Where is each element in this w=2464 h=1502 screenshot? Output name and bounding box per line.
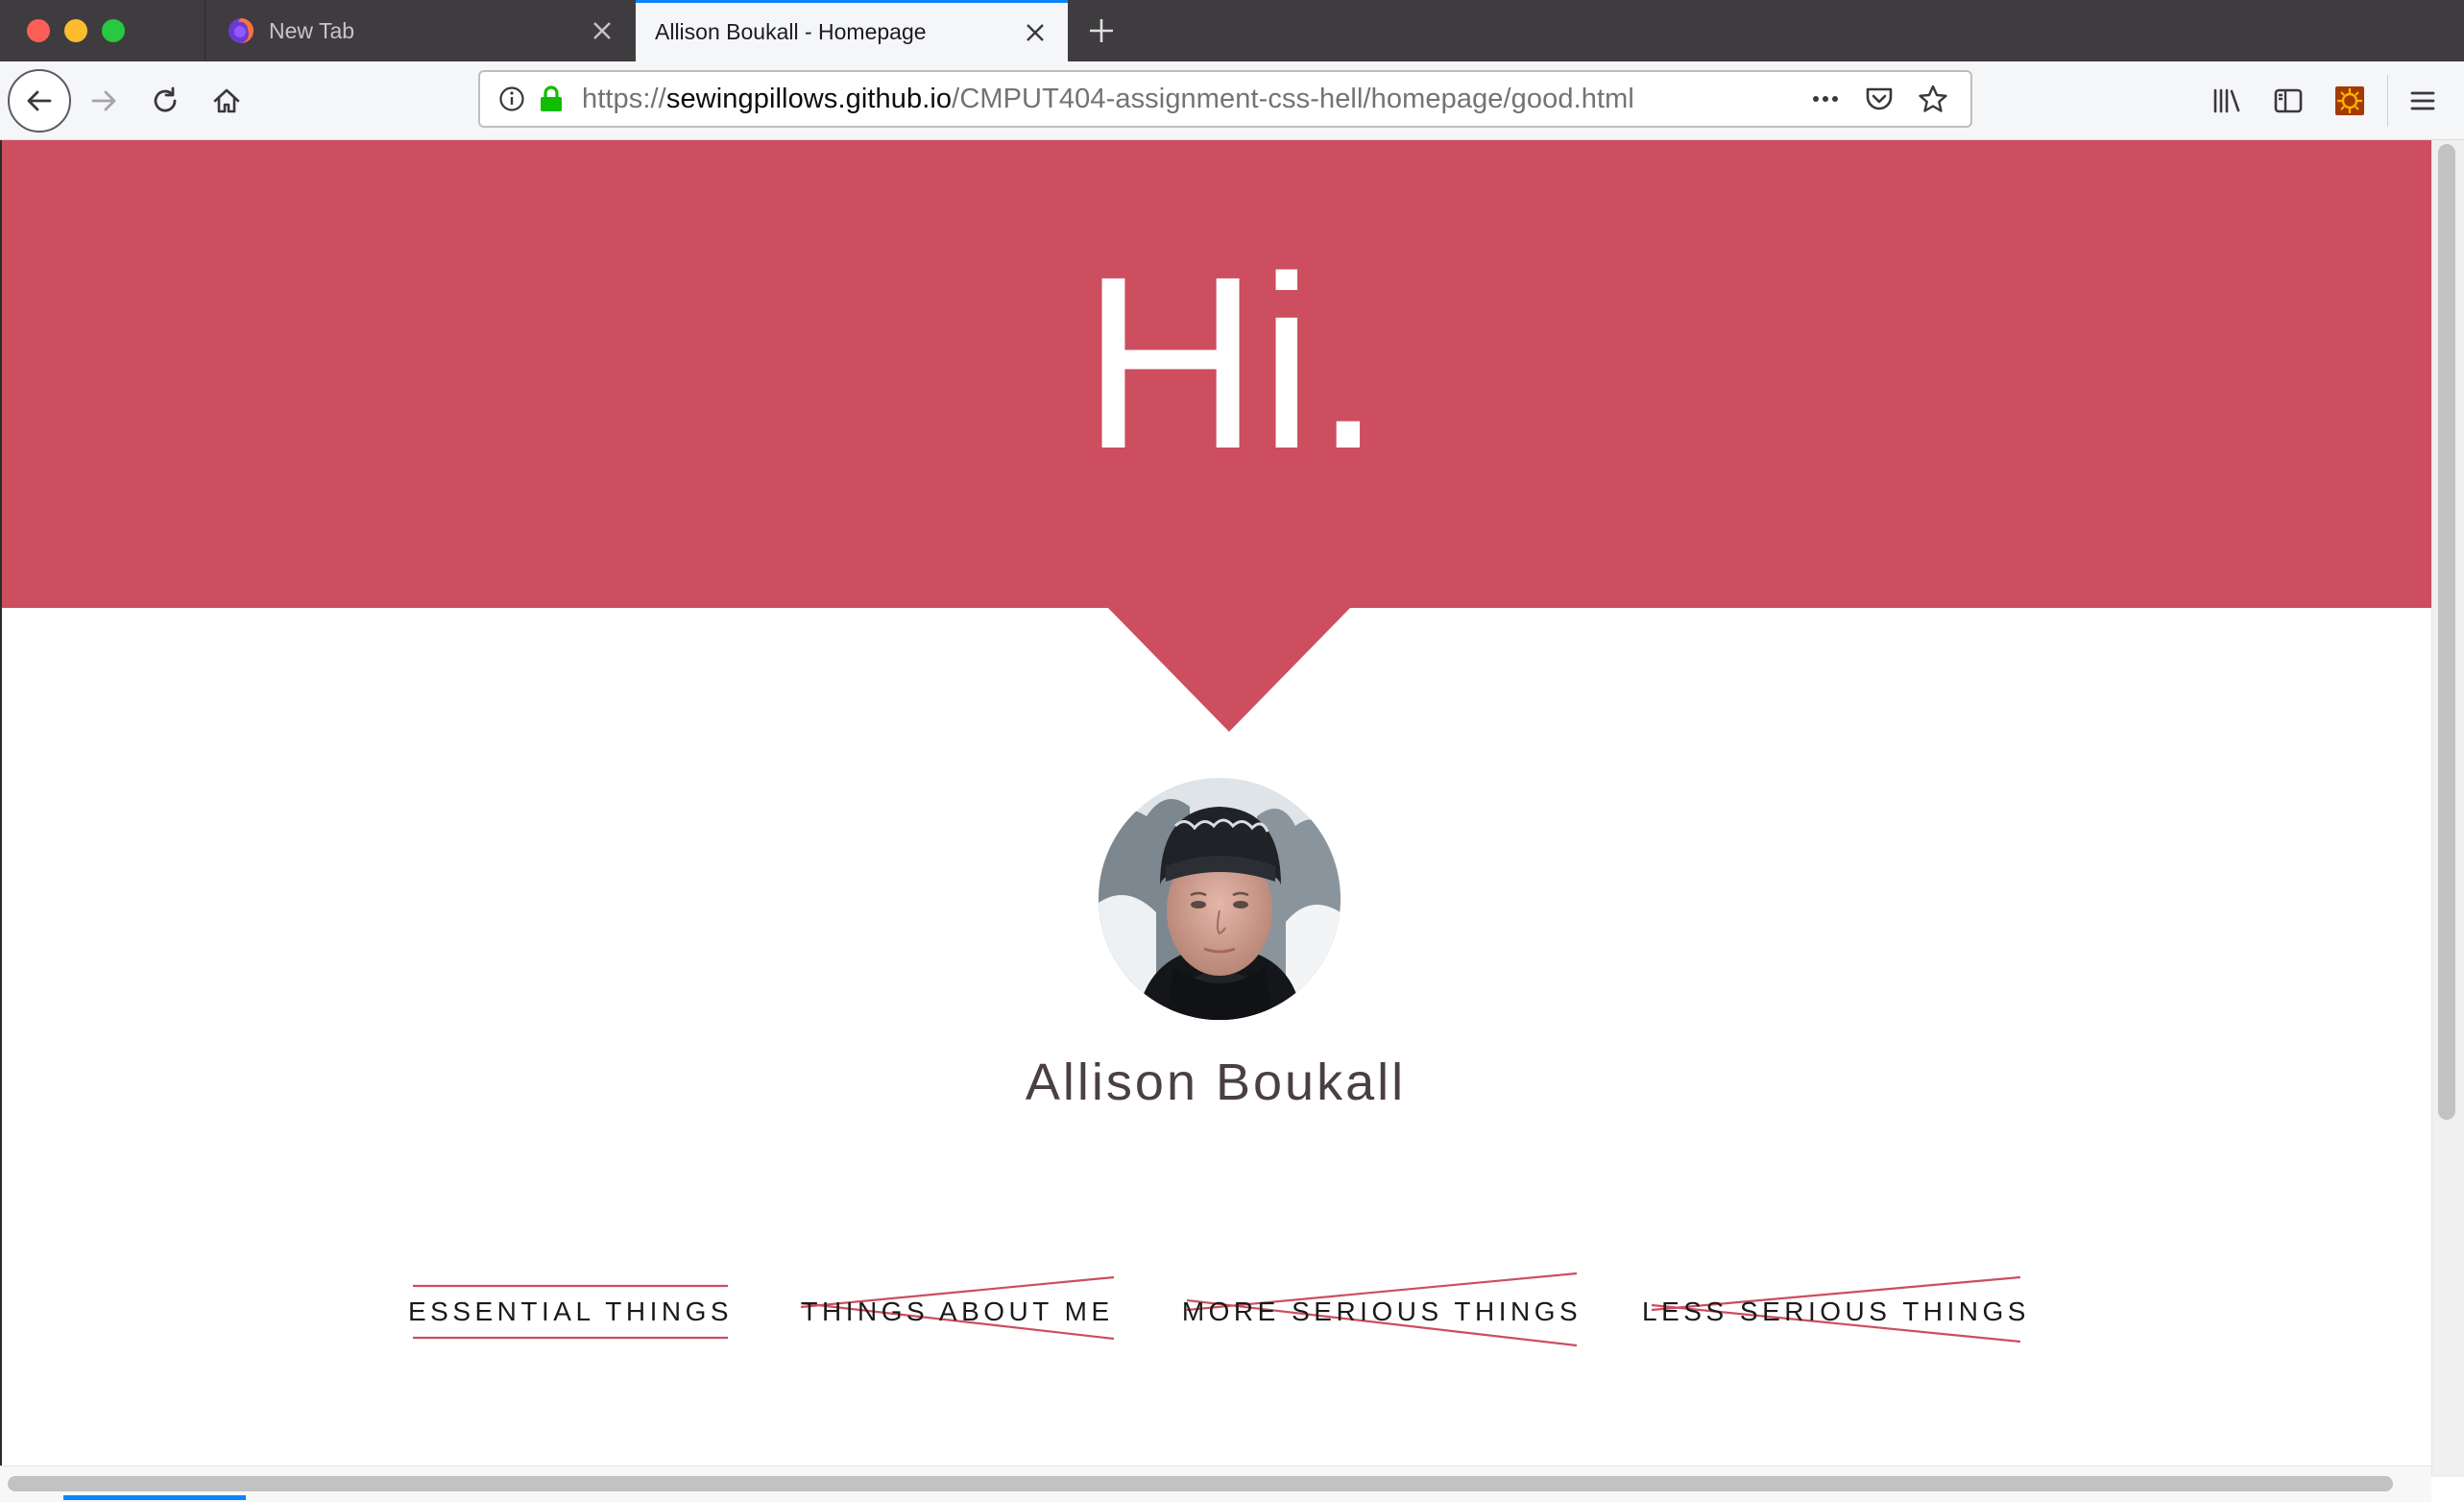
tab-title: New Tab xyxy=(269,17,355,43)
tab-allison-boukall-homepage[interactable]: Allison Boukall - Homepage xyxy=(636,0,1068,61)
reload-icon xyxy=(154,86,177,112)
arrow-right-icon xyxy=(91,90,116,111)
home-icon xyxy=(213,88,240,113)
link-things-about-me[interactable]: THINGS ABOUT ME xyxy=(800,1254,1115,1369)
window-zoom-button[interactable] xyxy=(102,19,125,42)
tab-title: Allison Boukall - Homepage xyxy=(655,19,927,44)
firefox-icon xyxy=(227,16,255,45)
window-minimize-button[interactable] xyxy=(64,19,87,42)
reload-button[interactable] xyxy=(140,76,190,126)
plus-icon xyxy=(1090,19,1113,42)
hamburger-menu-icon[interactable] xyxy=(2403,81,2443,121)
nav-links: ESSENTIAL THINGS THINGS ABOUT ME MORE SE… xyxy=(0,1254,2464,1369)
avatar xyxy=(1099,778,1341,1020)
tab-strip: New Tab Allison Boukall - Homepage xyxy=(0,0,2464,61)
window-edge xyxy=(0,140,2,1502)
hero-greeting: Hi. xyxy=(1081,226,1383,500)
library-icon[interactable] xyxy=(2207,81,2247,121)
bookmark-star-icon[interactable] xyxy=(1915,81,1951,117)
vertical-scrollbar[interactable] xyxy=(2431,140,2464,1477)
horizontal-scrollbar[interactable] xyxy=(0,1466,2431,1502)
sidebar-icon[interactable] xyxy=(2268,81,2308,121)
forward-button[interactable] xyxy=(79,76,129,126)
tab-new-tab[interactable]: New Tab xyxy=(205,0,635,61)
home-button[interactable] xyxy=(202,76,252,126)
pocket-icon[interactable] xyxy=(1861,81,1897,117)
url-text[interactable]: https://sewingpillows.github.io/CMPUT404… xyxy=(582,84,1807,115)
vertical-scrollbar-thumb[interactable] xyxy=(2438,144,2455,1120)
address-bar[interactable]: https://sewingpillows.github.io/CMPUT404… xyxy=(478,70,1972,128)
new-tab-button[interactable] xyxy=(1079,10,1123,52)
hero-pointer-triangle xyxy=(1107,607,1351,732)
close-tab-icon[interactable] xyxy=(1016,13,1054,52)
link-essential-things[interactable]: ESSENTIAL THINGS xyxy=(408,1254,729,1369)
window-close-button[interactable] xyxy=(27,19,50,42)
horizontal-scrollbar-thumb[interactable] xyxy=(8,1476,2393,1491)
page-viewport: Hi. Allison Boukall ESSENTIAL THINGS THI… xyxy=(0,140,2464,1502)
arrow-left-icon xyxy=(27,90,52,111)
navigation-toolbar: https://sewingpillows.github.io/CMPUT404… xyxy=(0,61,2464,140)
page-actions-menu-icon[interactable] xyxy=(1807,81,1844,117)
lock-icon[interactable] xyxy=(538,85,565,113)
close-tab-icon[interactable] xyxy=(583,12,621,50)
loading-indicator xyxy=(63,1495,246,1500)
back-button[interactable] xyxy=(8,69,71,133)
toolbar-separator xyxy=(2387,75,2388,127)
link-less-serious-things[interactable]: LESS SERIOUS THINGS xyxy=(1642,1254,2025,1369)
extension-icon[interactable] xyxy=(2330,81,2370,121)
profile-name: Allison Boukall xyxy=(1025,1054,1407,1111)
link-more-serious-things[interactable]: MORE SERIOUS THINGS xyxy=(1182,1254,1578,1369)
info-icon[interactable] xyxy=(497,85,526,113)
